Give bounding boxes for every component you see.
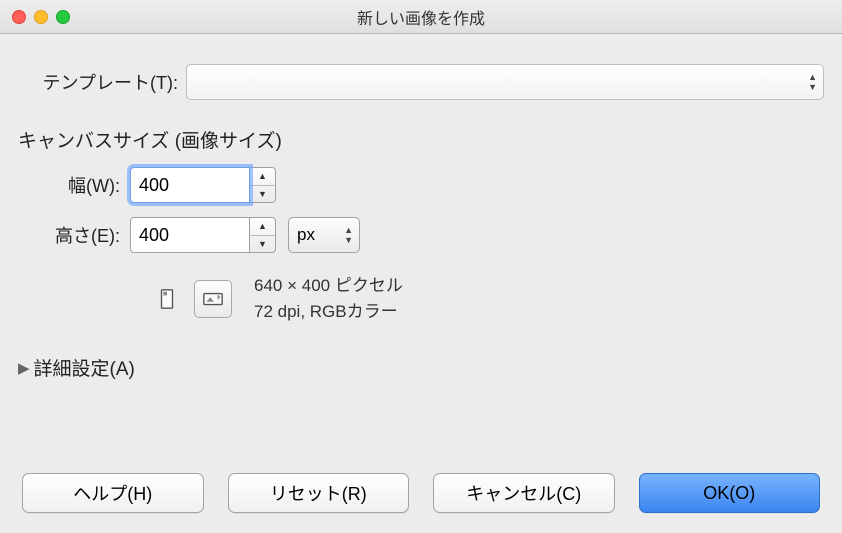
width-step-down-button[interactable]: ▼ <box>250 186 275 203</box>
height-step-down-button[interactable]: ▼ <box>250 236 275 253</box>
width-stepper-buttons: ▲ ▼ <box>250 167 276 203</box>
width-step-up-button[interactable]: ▲ <box>250 168 275 186</box>
expander-triangle-icon: ▶ <box>18 359 30 377</box>
width-input[interactable] <box>130 167 250 203</box>
canvas-info: 640 × 400 ピクセル 72 dpi, RGBカラー <box>254 273 403 324</box>
unit-value: px <box>297 225 315 245</box>
portrait-icon <box>156 288 178 310</box>
zoom-window-button[interactable] <box>56 10 70 24</box>
width-label: 幅(W): <box>18 172 130 198</box>
canvas-info-dimensions: 640 × 400 ピクセル <box>254 273 403 299</box>
title-bar: 新しい画像を作成 <box>0 0 842 34</box>
cancel-button[interactable]: キャンセル(C) <box>433 473 615 513</box>
orientation-landscape-button[interactable] <box>194 280 232 318</box>
height-label: 高さ(E): <box>18 222 130 248</box>
landscape-icon <box>202 288 224 310</box>
unit-arrows-icon: ▲▼ <box>344 218 353 252</box>
advanced-settings-label: 詳細設定(A) <box>34 354 135 381</box>
ok-button[interactable]: OK(O) <box>639 473 821 513</box>
advanced-settings-expander[interactable]: ▶ 詳細設定(A) <box>18 354 824 381</box>
height-input[interactable] <box>130 217 250 253</box>
unit-select[interactable]: px ▲▼ <box>288 217 360 253</box>
canvas-size-section-title: キャンバスサイズ (画像サイズ) <box>18 126 824 153</box>
help-button[interactable]: ヘルプ(H) <box>22 473 204 513</box>
width-spinner: ▲ ▼ <box>130 167 276 203</box>
height-step-up-button[interactable]: ▲ <box>250 218 275 236</box>
dropdown-arrows-icon: ▲▼ <box>808 65 817 99</box>
minimize-window-button[interactable] <box>34 10 48 24</box>
dialog-button-bar: ヘルプ(H) リセット(R) キャンセル(C) OK(O) <box>22 473 820 513</box>
template-dropdown[interactable]: ▲▼ <box>186 64 824 100</box>
reset-button[interactable]: リセット(R) <box>228 473 410 513</box>
template-label: テンプレート(T): <box>18 69 178 95</box>
close-window-button[interactable] <box>12 10 26 24</box>
orientation-portrait-button[interactable] <box>148 280 186 318</box>
canvas-info-resolution: 72 dpi, RGBカラー <box>254 299 403 325</box>
height-stepper-buttons: ▲ ▼ <box>250 217 276 253</box>
window-title: 新しい画像を作成 <box>0 5 842 29</box>
window-controls <box>12 10 70 24</box>
height-spinner: ▲ ▼ <box>130 217 276 253</box>
